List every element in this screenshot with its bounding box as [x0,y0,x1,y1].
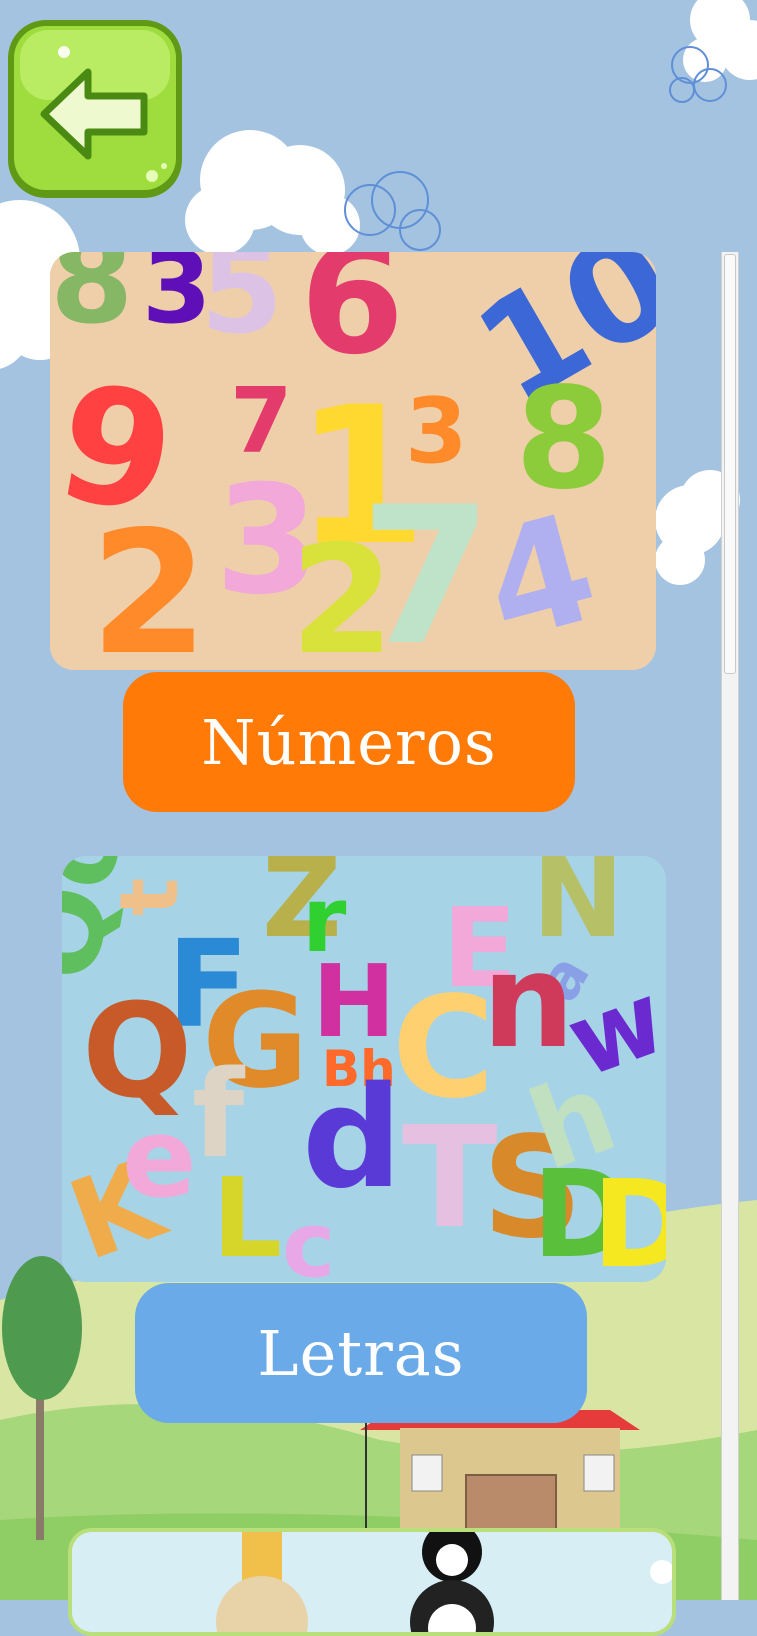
svg-text:8: 8 [50,252,134,351]
svg-text:2: 2 [90,495,208,670]
numbers-card-image[interactable]: 8 5 3 6 10 9 7 1 3 8 3 2 2 7 4 [50,252,656,670]
cloud-top-right [683,0,757,82]
svg-text:c: c [282,1193,335,1282]
letters-card-image[interactable]: Qo t Z F r E N a G H Q f Bh C n w d K e … [62,856,666,1282]
letters-button[interactable]: Letras [135,1283,587,1423]
numbers-button[interactable]: Números [123,672,575,812]
svg-text:3: 3 [142,252,212,346]
back-button[interactable] [4,16,186,202]
svg-text:e: e [122,1094,197,1222]
svg-text:D: D [592,1156,666,1282]
scrollbar-thumb[interactable] [724,254,736,674]
svg-text:L: L [212,1154,282,1282]
svg-text:t: t [103,878,196,916]
svg-text:5: 5 [200,252,284,361]
third-card-image[interactable] [68,1528,676,1636]
vertical-scrollbar[interactable] [721,252,739,1600]
svg-text:7: 7 [360,466,492,670]
